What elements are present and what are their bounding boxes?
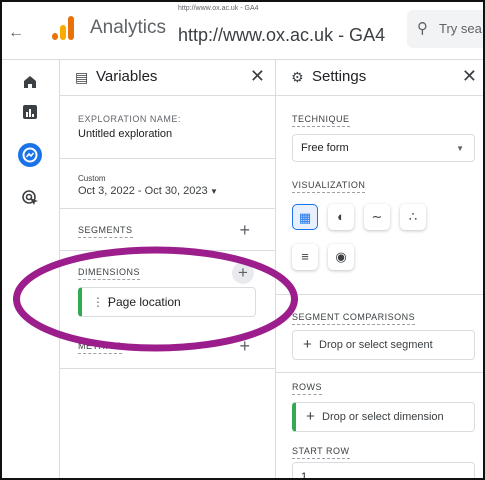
settings-header: ⚙ Settings ✕ bbox=[276, 60, 483, 96]
property-breadcrumb[interactable]: http://www.ox.ac.uk - GA4 bbox=[178, 5, 259, 12]
table-icon[interactable]: ▦ bbox=[292, 204, 318, 230]
add-icon: + bbox=[306, 408, 315, 425]
app-title: Analytics bbox=[90, 17, 167, 38]
gear-icon: ⚙ bbox=[291, 69, 304, 85]
property-selector[interactable]: http://www.ox.ac.uk - GA4 bbox=[178, 25, 385, 46]
add-dimension-button[interactable]: + bbox=[232, 262, 254, 284]
visualization-label: VISUALIZATION bbox=[292, 180, 366, 193]
divider bbox=[60, 158, 275, 159]
rows-label: ROWS bbox=[292, 382, 322, 395]
reports-icon[interactable] bbox=[22, 104, 38, 120]
variables-icon: ▤ bbox=[75, 69, 89, 85]
dimension-item-label: Page location bbox=[108, 295, 181, 309]
divider bbox=[276, 372, 483, 373]
date-custom-label: Custom bbox=[78, 174, 106, 183]
segments-label: SEGMENTS bbox=[78, 225, 133, 238]
close-icon[interactable]: ✕ bbox=[462, 66, 477, 87]
dimension-item-page-location[interactable]: ⋮⋮ Page location bbox=[78, 287, 256, 317]
variables-panel: ▤ Variables ✕ EXPLORATION NAME: Untitled… bbox=[60, 60, 276, 478]
settings-panel: ⚙ Settings ✕ TECHNIQUE Free form ▼ VISUA… bbox=[276, 60, 483, 480]
rows-drop-text: Drop or select dimension bbox=[322, 411, 444, 423]
bar-chart-icon[interactable]: ≡ bbox=[292, 244, 318, 270]
explore-icon[interactable] bbox=[17, 142, 43, 168]
variables-title: Variables bbox=[96, 68, 158, 85]
start-row-input[interactable]: 1 bbox=[292, 462, 475, 480]
exploration-name-field[interactable]: Untitled exploration bbox=[78, 128, 172, 140]
analytics-logo bbox=[52, 16, 76, 40]
exploration-name-label: EXPLORATION NAME: bbox=[78, 114, 181, 124]
add-metric-button[interactable]: + bbox=[239, 336, 250, 357]
start-row-value: 1 bbox=[301, 471, 308, 480]
geo-map-icon[interactable]: ◉ bbox=[328, 244, 354, 270]
divider bbox=[60, 208, 275, 209]
chevron-down-icon[interactable]: ▼ bbox=[210, 187, 218, 196]
arrow-left-icon[interactable]: ← bbox=[8, 24, 24, 42]
top-app-bar: ← Analytics http://www.ox.ac.uk - GA4 ht… bbox=[2, 2, 483, 60]
date-range-picker[interactable]: Oct 3, 2022 - Oct 30, 2023 bbox=[78, 185, 208, 197]
technique-label: TECHNIQUE bbox=[292, 114, 350, 127]
search-icon: ⚲ bbox=[417, 20, 428, 37]
technique-value: Free form bbox=[301, 142, 349, 154]
close-icon[interactable]: ✕ bbox=[250, 66, 265, 87]
home-icon[interactable] bbox=[22, 74, 38, 90]
left-nav-rail bbox=[2, 60, 60, 478]
settings-title: Settings bbox=[312, 68, 367, 85]
variables-header: ▤ Variables ✕ bbox=[60, 60, 275, 96]
dimensions-label: DIMENSIONS bbox=[78, 267, 141, 280]
search-placeholder: Try sea bbox=[439, 21, 482, 36]
rows-drop-zone[interactable]: + Drop or select dimension bbox=[292, 402, 475, 432]
segment-comparisons-label: SEGMENT COMPARISONS bbox=[292, 312, 416, 325]
line-chart-icon[interactable]: ∼ bbox=[364, 204, 390, 230]
add-icon: + bbox=[303, 336, 312, 353]
advertising-icon[interactable] bbox=[22, 190, 38, 206]
segment-drop-zone[interactable]: + Drop or select segment bbox=[292, 330, 475, 360]
divider bbox=[60, 368, 275, 369]
donut-chart-icon[interactable]: ◐ bbox=[328, 204, 354, 230]
segment-drop-text: Drop or select segment bbox=[319, 339, 433, 351]
start-row-label: START ROW bbox=[292, 446, 350, 459]
technique-select[interactable]: Free form ▼ bbox=[292, 134, 475, 162]
divider bbox=[60, 250, 275, 251]
chevron-down-icon: ▼ bbox=[456, 144, 464, 153]
metrics-label: METRICS bbox=[78, 341, 122, 354]
divider bbox=[276, 294, 483, 295]
add-segment-button[interactable]: + bbox=[239, 220, 250, 241]
scatter-plot-icon[interactable]: ∴ bbox=[400, 204, 426, 230]
search-input[interactable]: ⚲ Try sea bbox=[407, 10, 483, 48]
screenshot-frame: ← Analytics http://www.ox.ac.uk - GA4 ht… bbox=[0, 0, 485, 480]
